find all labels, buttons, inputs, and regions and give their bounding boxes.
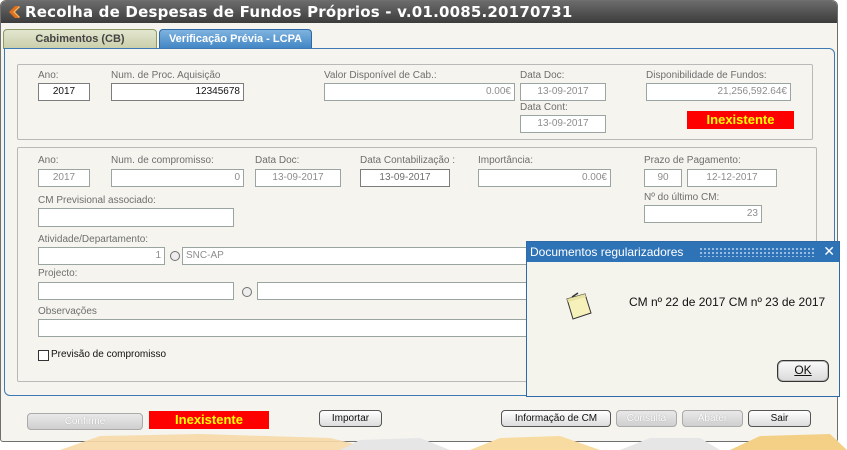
- data-contabilizacao-field[interactable]: 13-09-2017: [360, 169, 450, 187]
- num-compromisso-label: Num. de compromisso:: [111, 155, 214, 166]
- valor-disponivel-label: Valor Disponível de Cab.:: [324, 70, 437, 81]
- dialog-title-bar[interactable]: Documentos regularizadores ✕: [527, 242, 839, 262]
- projecto-name-field: [257, 282, 532, 300]
- watermark-graphic: [60, 434, 847, 450]
- prazo-pagamento-label: Prazo de Pagamento:: [644, 155, 741, 166]
- importancia-label: Importância:: [478, 155, 534, 166]
- data-contabilizacao-label: Data Contabilização :: [360, 155, 456, 166]
- ultimo-cm-label: Nº do último CM:: [644, 192, 720, 203]
- observacoes-label: Observações: [38, 306, 97, 317]
- projecto-code-field[interactable]: [38, 282, 234, 300]
- abater-button[interactable]: Abater: [682, 410, 743, 427]
- data-cont-field: 13-09-2017: [520, 115, 606, 133]
- projecto-label: Projecto:: [38, 268, 78, 279]
- cm-data-doc-field: 13-09-2017: [255, 169, 341, 187]
- tab-cabimentos[interactable]: Cabimentos (CB): [3, 29, 157, 49]
- window-title: Recolha de Despesas de Fundos Próprios -…: [25, 3, 573, 21]
- confirme-button[interactable]: Confirme: [27, 413, 143, 430]
- atividade-name-field: SNC-AP: [182, 247, 532, 265]
- dialog-message: CM nº 22 de 2017 CM nº 23 de 2017: [629, 295, 826, 309]
- data-doc-label: Data Doc:: [520, 70, 565, 81]
- ano-field[interactable]: 2017: [38, 83, 90, 101]
- previsao-label: Previsão de compromisso: [51, 349, 167, 360]
- previsao-checkbox[interactable]: [38, 350, 49, 361]
- observacoes-field[interactable]: [38, 319, 532, 337]
- note-icon: [566, 292, 592, 320]
- valor-disponivel-field: 0.00€: [324, 83, 515, 101]
- atividade-label: Atividade/Departamento:: [38, 234, 149, 245]
- ano-label: Ano:: [38, 70, 59, 81]
- proc-aquisicao-label: Num. de Proc. Aquisição: [111, 70, 221, 81]
- prazo-dias-field: 90: [644, 169, 682, 187]
- importancia-field: 0.00€: [478, 169, 611, 187]
- tab-verificacao-previa[interactable]: Verificação Prévia - LCPA: [159, 29, 312, 49]
- atividade-lookup-radio[interactable]: [170, 251, 180, 261]
- app-logo-icon: [9, 6, 20, 18]
- data-cont-label: Data Cont:: [520, 102, 568, 113]
- dialog-grip: [699, 247, 815, 257]
- fundos-status-badge: Inexistente: [687, 111, 794, 129]
- documentos-dialog: Documentos regularizadores ✕ CM nº 22 de…: [526, 241, 840, 397]
- num-compromisso-field: 0: [111, 169, 244, 187]
- proc-aquisicao-field[interactable]: 12345678: [111, 83, 244, 101]
- close-icon[interactable]: ✕: [823, 243, 835, 260]
- informacao-cm-button[interactable]: Informação de CM: [501, 410, 611, 427]
- importar-button[interactable]: Importar: [319, 410, 382, 427]
- atividade-code-field[interactable]: 1: [38, 247, 165, 265]
- dialog-title: Documentos regularizadores: [530, 245, 684, 259]
- data-doc-field: 13-09-2017: [520, 83, 606, 101]
- prazo-data-field: 12-12-2017: [687, 169, 777, 187]
- cm-ano-label: Ano:: [38, 155, 59, 166]
- cm-previsional-field[interactable]: [38, 208, 234, 227]
- title-bar[interactable]: Recolha de Despesas de Fundos Próprios -…: [1, 1, 837, 23]
- disponibilidade-label: Disponibilidade de Fundos:: [646, 70, 767, 81]
- ultimo-cm-field: 23: [644, 205, 762, 223]
- projecto-lookup-radio[interactable]: [242, 287, 252, 297]
- disponibilidade-field: 21,256,592.64€: [646, 83, 791, 101]
- sair-button[interactable]: Sair: [748, 410, 811, 427]
- cm-ano-field: 2017: [38, 169, 90, 187]
- cm-previsional-label: CM Previsional associado:: [38, 195, 156, 206]
- consulta-button[interactable]: Consulta: [616, 410, 677, 427]
- footer-status-badge: Inexistente: [149, 411, 269, 429]
- ok-button[interactable]: OK: [777, 360, 829, 382]
- cm-data-doc-label: Data Doc:: [255, 155, 300, 166]
